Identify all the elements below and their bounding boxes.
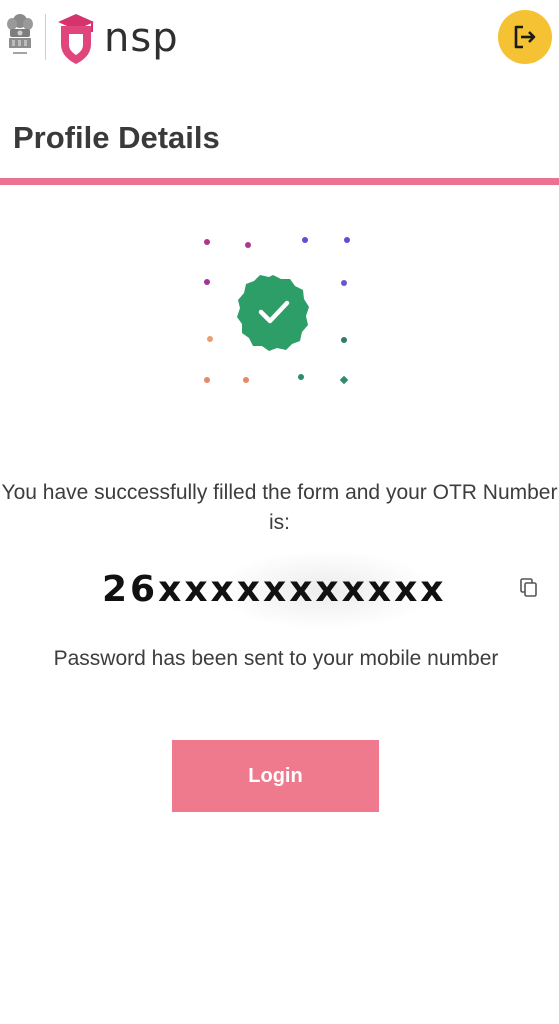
title-underline [0, 178, 559, 185]
national-emblem-icon [7, 14, 33, 54]
password-note: Password has been sent to your mobile nu… [53, 647, 499, 670]
app-header: nsp [0, 0, 559, 78]
header-divider [45, 14, 46, 60]
otr-number: 26xxxxxxxxxxx [102, 569, 447, 610]
success-message: You have successfully filled the form an… [1, 481, 558, 534]
login-button[interactable]: Login [172, 740, 379, 812]
check-badge-icon [204, 237, 350, 385]
logout-button[interactable] [498, 10, 552, 64]
copy-icon[interactable] [520, 578, 538, 598]
page-title: Profile Details [13, 120, 220, 155]
brand-name: nsp [104, 15, 179, 61]
logout-icon [514, 25, 536, 49]
graduation-shield-icon [58, 14, 94, 64]
